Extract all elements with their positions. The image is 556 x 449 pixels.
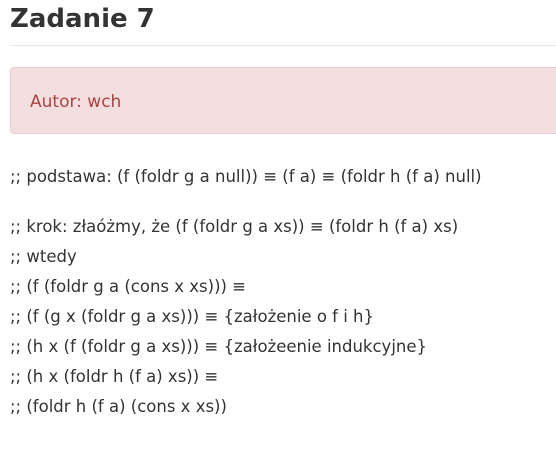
proof-step-line: ;; (foldr h (f a) (cons x xs)) bbox=[10, 397, 227, 416]
author-label: Autor: wch bbox=[30, 92, 122, 112]
proof-step-line: ;; (h x (f (foldr g a xs))) ≡ {założeeni… bbox=[10, 337, 428, 356]
proof-step-line: ;; (f (g x (foldr g a xs))) ≡ {założenie… bbox=[10, 307, 374, 326]
page-title: Zadanie 7 bbox=[10, 4, 155, 34]
title-divider bbox=[10, 45, 556, 46]
proof-step-line: ;; krok: złaóżmy, że (f (foldr g a xs)) … bbox=[10, 217, 459, 236]
proof-step-line: ;; wtedy bbox=[10, 247, 77, 266]
proof-step-line: ;; (h x (foldr h (f a) xs)) ≡ bbox=[10, 367, 219, 386]
author-alert: Autor: wch bbox=[10, 67, 556, 134]
proof-base-line: ;; podstawa: (f (foldr g a null)) ≡ (f a… bbox=[10, 167, 482, 186]
proof-step-line: ;; (f (foldr g a (cons x xs))) ≡ bbox=[10, 277, 247, 296]
